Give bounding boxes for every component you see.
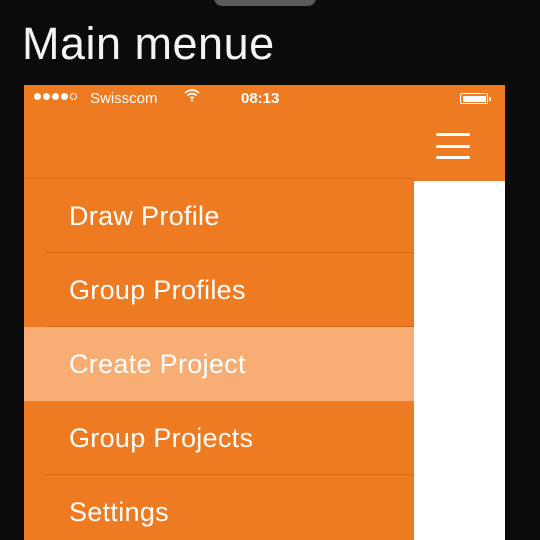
signal-dots-icon xyxy=(34,93,77,100)
battery-icon xyxy=(460,93,491,104)
menu-item-label: Group Profiles xyxy=(69,275,246,305)
carrier-name: Swisscom xyxy=(90,90,158,107)
hamburger-menu-icon[interactable] xyxy=(436,133,470,159)
menu-item-label: Draw Profile xyxy=(69,201,220,231)
main-content-panel[interactable] xyxy=(414,181,505,540)
device-top-bezel xyxy=(214,0,316,6)
menu-item-label: Settings xyxy=(69,497,169,527)
menu-item-label: Group Projects xyxy=(69,423,254,453)
menu-item-group-profiles[interactable]: Group Profiles xyxy=(24,253,414,327)
wifi-icon xyxy=(184,88,200,105)
menu-item-group-projects[interactable]: Group Projects xyxy=(24,401,414,475)
status-bar: Swisscom 08:13 xyxy=(24,85,505,113)
menu-item-create-project[interactable]: Create Project xyxy=(24,327,414,401)
menu-item-settings[interactable]: Settings xyxy=(24,475,414,540)
page-title: Main menue xyxy=(22,18,275,69)
menu-item-draw-profile[interactable]: Draw Profile xyxy=(24,179,414,253)
status-time: 08:13 xyxy=(241,90,280,107)
side-menu: Draw Profile Group Profiles Create Proje… xyxy=(24,178,414,540)
phone-screen: Swisscom 08:13 Draw Profile Group Profil… xyxy=(24,85,505,540)
menu-item-label: Create Project xyxy=(69,349,246,379)
